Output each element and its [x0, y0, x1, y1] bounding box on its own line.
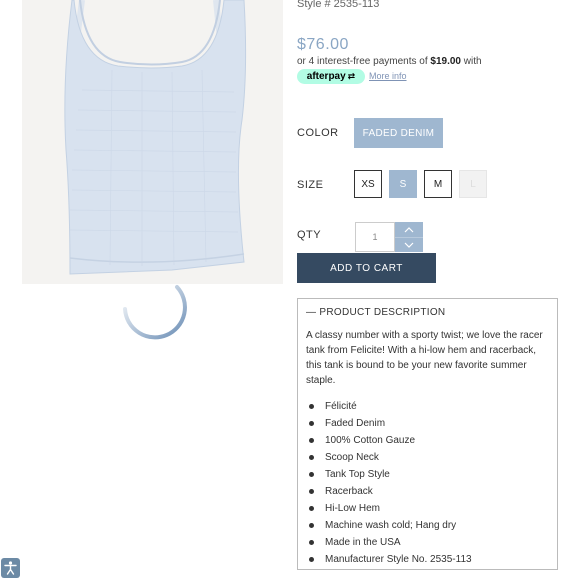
list-item: Scoop Neck: [306, 449, 549, 466]
size-option-l: L: [459, 170, 487, 198]
afterpay-logo: afterpay ⇄: [297, 69, 365, 84]
feature-list: Félicité Faded Denim 100% Cotton Gauze S…: [306, 398, 549, 568]
quantity-stepper[interactable]: [395, 222, 423, 252]
list-item: Machine wash cold; Hang dry: [306, 517, 549, 534]
size-option-m[interactable]: M: [424, 170, 452, 198]
list-item: Racerback: [306, 483, 549, 500]
loading-spinner-icon: [123, 285, 187, 340]
color-label: COLOR: [297, 127, 339, 139]
installments-prefix: or 4 interest-free payments of: [297, 56, 431, 67]
afterpay-label: afterpay: [306, 71, 346, 82]
product-description-panel: — PRODUCT DESCRIPTION A classy number wi…: [297, 298, 558, 570]
color-option-faded-denim[interactable]: FADED DENIM: [354, 118, 443, 148]
afterpay-arrows-icon: ⇄: [347, 71, 356, 81]
qty-label: QTY: [297, 229, 322, 241]
accessibility-button[interactable]: [1, 558, 20, 578]
installments-suffix: with: [461, 56, 482, 67]
quantity-input[interactable]: 1: [355, 222, 395, 252]
tank-top-photo: [22, 0, 283, 284]
description-toggle[interactable]: — PRODUCT DESCRIPTION: [306, 307, 549, 318]
list-item: Hi-Low Hem: [306, 500, 549, 517]
accessibility-icon: [4, 561, 17, 575]
more-info-link[interactable]: More info: [369, 71, 407, 81]
size-option-s[interactable]: S: [389, 170, 417, 198]
add-to-cart-button[interactable]: ADD TO CART: [297, 253, 436, 283]
installments-amount: $19.00: [430, 56, 461, 67]
list-item: 100% Cotton Gauze: [306, 432, 549, 449]
product-image[interactable]: [22, 0, 283, 284]
style-number: Style # 2535-113: [297, 0, 380, 10]
size-option-xs[interactable]: XS: [354, 170, 382, 198]
price: $76.00: [297, 36, 349, 53]
list-item: Tank Top Style: [306, 466, 549, 483]
description-body: A classy number with a sporty twist; we …: [306, 330, 543, 386]
installments-text: or 4 interest-free payments of $19.00 wi…: [297, 56, 482, 67]
chevron-down-icon[interactable]: [395, 237, 423, 252]
chevron-up-icon[interactable]: [395, 222, 423, 237]
list-item: Faded Denim: [306, 415, 549, 432]
size-label: SIZE: [297, 179, 324, 191]
list-item: Félicité: [306, 398, 549, 415]
list-item: Manufacturer Style No. 2535-113: [306, 551, 549, 568]
list-item: Made in the USA: [306, 534, 549, 551]
